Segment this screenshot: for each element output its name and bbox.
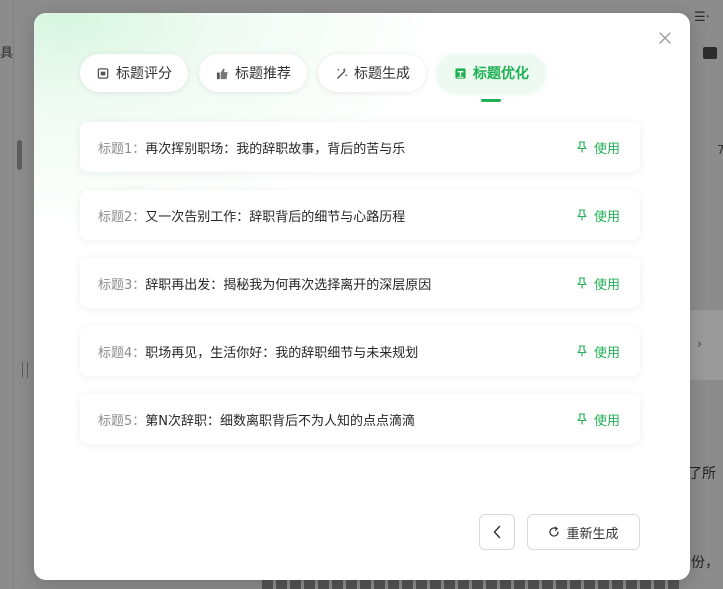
background-text-fragment: 了所 xyxy=(688,466,716,482)
use-label: 使用 xyxy=(593,413,620,429)
title-index-label: 标题2： xyxy=(98,209,146,225)
list-item: 标题2： 又一次告别工作：辞职背后的细节与心路历程 使用 xyxy=(80,190,640,240)
list-format-icon: ☰· xyxy=(694,10,710,25)
left-panel-divider xyxy=(13,0,14,589)
title-index-label: 标题5： xyxy=(98,413,146,429)
tab-title-optimize[interactable]: 标题优化 xyxy=(437,54,545,102)
title-text: 第N次辞职：细数离职背后不为人知的点点滴滴 xyxy=(145,413,416,429)
tab-label: 标题优化 xyxy=(473,66,529,82)
image-icon xyxy=(703,47,717,59)
thumbs-up-icon xyxy=(215,66,229,80)
pin-icon xyxy=(577,277,587,289)
optimize-icon xyxy=(453,66,467,80)
magic-wand-icon xyxy=(334,66,348,80)
background-text-fragment: 份， xyxy=(691,555,719,571)
use-title-button[interactable]: 使用 xyxy=(576,138,620,157)
left-scrollbar-thumb xyxy=(17,140,22,170)
tab-title-generate[interactable]: 标题生成 xyxy=(318,54,426,92)
list-item: 标题4： 职场再见，生活你好：我的辞职细节与未来规划 使用 xyxy=(80,326,640,376)
tab-title-score[interactable]: 标题评分 xyxy=(80,54,188,92)
use-title-button[interactable]: 使用 xyxy=(576,206,620,225)
tab-bar: 标题评分 标题推荐 标题生成 标题优化 xyxy=(80,54,545,102)
list-item: 标题1： 再次挥别职场：我的辞职故事，背后的苦与乐 使用 xyxy=(80,122,640,172)
pin-icon xyxy=(577,345,587,357)
regenerate-label: 重新生成 xyxy=(566,526,619,542)
title-list: 标题1： 再次挥别职场：我的辞职故事，背后的苦与乐 使用 标题2： 又一次告别工… xyxy=(80,122,640,462)
title-text: 再次挥别职场：我的辞职故事，背后的苦与乐 xyxy=(145,141,406,157)
panel-resize-handle xyxy=(22,362,28,378)
use-title-button[interactable]: 使用 xyxy=(576,410,620,429)
use-title-button[interactable]: 使用 xyxy=(576,342,620,361)
use-label: 使用 xyxy=(593,209,620,225)
title-index-label: 标题1： xyxy=(98,141,146,157)
pin-icon xyxy=(577,141,587,153)
refresh-icon xyxy=(549,526,560,537)
back-button[interactable] xyxy=(479,514,515,550)
title-index-label: 标题4： xyxy=(98,345,146,361)
pin-icon xyxy=(577,413,587,425)
title-text: 职场再见，生活你好：我的辞职细节与未来规划 xyxy=(145,345,419,361)
chevron-right-icon: › xyxy=(697,337,703,352)
close-icon xyxy=(659,32,671,44)
close-button[interactable] xyxy=(654,27,676,49)
use-label: 使用 xyxy=(593,345,620,361)
use-label: 使用 xyxy=(593,141,620,157)
chevron-left-icon xyxy=(493,525,501,539)
regenerate-button[interactable]: 重新生成 xyxy=(527,514,640,550)
background-text-line xyxy=(262,580,682,589)
title-text: 辞职再出发：揭秘我为何再次选择离开的深层原因 xyxy=(145,277,432,293)
toolbar-label-fragment: 具 xyxy=(0,46,14,61)
pin-icon xyxy=(577,209,587,221)
use-title-button[interactable]: 使用 xyxy=(576,274,620,293)
background-number: 7 xyxy=(717,143,723,157)
use-label: 使用 xyxy=(593,277,620,293)
list-item: 标题3： 辞职再出发：揭秘我为何再次选择离开的深层原因 使用 xyxy=(80,258,640,308)
list-item: 标题5： 第N次辞职：细数离职背后不为人知的点点滴滴 使用 xyxy=(80,394,640,444)
title-index-label: 标题3： xyxy=(98,277,146,293)
tab-label: 标题生成 xyxy=(354,66,410,82)
tab-label: 标题推荐 xyxy=(235,66,291,82)
background-side-panel xyxy=(688,310,723,380)
tab-label: 标题评分 xyxy=(116,66,172,82)
tab-title-recommend[interactable]: 标题推荐 xyxy=(199,54,307,92)
score-icon xyxy=(96,66,110,80)
title-text: 又一次告别工作：辞职背后的细节与心路历程 xyxy=(145,209,406,225)
title-optimization-dialog: 标题评分 标题推荐 标题生成 标题优化 标题1： 再次挥别职场：我的辞职故事，背… xyxy=(34,13,690,580)
